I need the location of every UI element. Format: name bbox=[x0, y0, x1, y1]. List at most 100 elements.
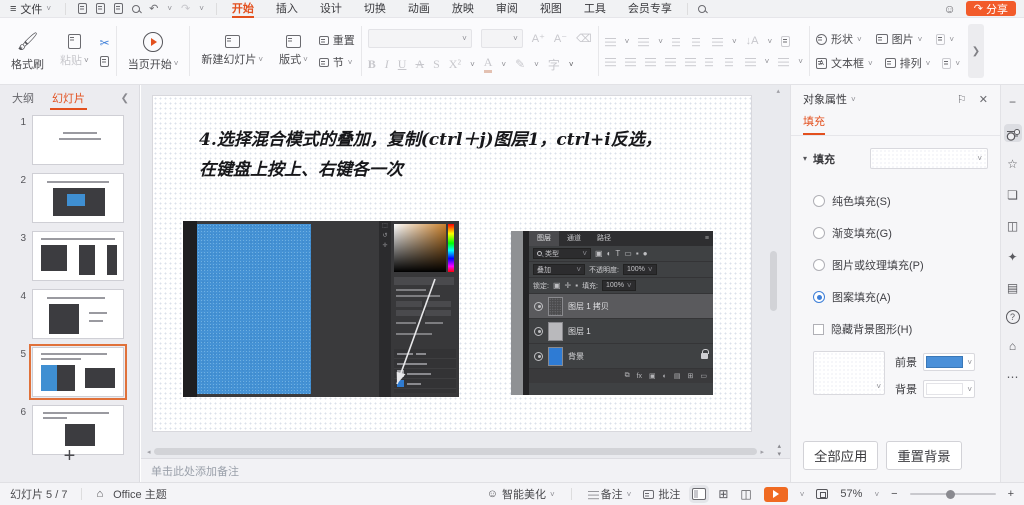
zoom-out-button[interactable]: − bbox=[891, 488, 897, 500]
ribbon-expand-button[interactable]: ❯ bbox=[968, 24, 984, 78]
section-button[interactable]: 节˅ bbox=[319, 54, 355, 70]
star-resources-icon[interactable]: ☆ bbox=[1004, 155, 1022, 173]
comments-button[interactable]: 批注 bbox=[643, 486, 680, 502]
tab-outline[interactable]: 大纲 bbox=[10, 86, 36, 110]
foreground-color-dropdown[interactable]: ˅ bbox=[923, 353, 975, 371]
notebook-icon[interactable]: ▤ bbox=[1004, 279, 1022, 297]
pattern-preview-dropdown[interactable]: ˅ bbox=[813, 351, 885, 395]
underline-button[interactable]: U bbox=[398, 57, 407, 72]
collapse-strip-icon[interactable]: − bbox=[1004, 93, 1022, 111]
cut-button[interactable]: ✂ bbox=[100, 36, 110, 50]
tab-fill[interactable]: 填充 bbox=[791, 113, 1000, 135]
textbox-button[interactable]: A文本框˅ bbox=[816, 55, 873, 71]
redo-chevron-icon[interactable]: ˅ bbox=[199, 4, 204, 13]
undo-chevron-icon[interactable]: ˅ bbox=[167, 4, 172, 13]
decrease-indent-button[interactable] bbox=[672, 36, 683, 47]
fill-tool-button[interactable]: ˅ bbox=[936, 34, 954, 45]
feedback-smiley-icon[interactable]: ☺ bbox=[944, 2, 956, 16]
tab-home[interactable]: 开始 bbox=[221, 0, 265, 18]
italic-button[interactable]: I bbox=[385, 57, 389, 72]
theme-name[interactable]: Office 主题 bbox=[113, 486, 167, 502]
bullet-list-button[interactable] bbox=[605, 36, 616, 47]
smartart-convert-icon[interactable] bbox=[781, 36, 790, 47]
reset-button[interactable]: 重置 bbox=[319, 32, 355, 48]
editing-canvas[interactable]: 4.选择混合模式的叠加，复制(ctrl＋j)图层1，ctrl+i反选， 在键盘上… bbox=[141, 85, 790, 482]
notes-button[interactable]: 备注˅ bbox=[588, 486, 632, 502]
superscript-button[interactable]: X² bbox=[449, 57, 461, 72]
distribute-button[interactable] bbox=[685, 56, 696, 67]
highlight-button[interactable]: ✎ bbox=[515, 57, 525, 72]
file-menu[interactable]: ≡ 文件 ˅ bbox=[0, 1, 61, 17]
zoom-chevron-icon[interactable]: ˅ bbox=[874, 490, 879, 499]
slide-image-photoshop-canvas[interactable]: ⬚↺✛ bbox=[183, 221, 459, 397]
close-icon[interactable]: ✕ bbox=[979, 93, 988, 106]
skin-icon[interactable]: ⌂ bbox=[1004, 337, 1022, 355]
tab-slideshow[interactable]: 放映 bbox=[441, 0, 485, 18]
font-name-select[interactable]: ˅ bbox=[368, 29, 472, 48]
zoom-percentage[interactable]: 57% bbox=[840, 488, 862, 500]
strikethrough-button[interactable]: A bbox=[415, 57, 424, 72]
layout-button[interactable]: 版式˅ bbox=[274, 33, 313, 69]
section-expander-icon[interactable]: ▾ bbox=[803, 154, 807, 163]
clear-format-button[interactable]: ⌫ bbox=[576, 32, 592, 45]
shadow-button[interactable]: S bbox=[433, 57, 440, 72]
slide-thumbnail-3[interactable]: 3 bbox=[0, 227, 139, 285]
align-right-button[interactable] bbox=[645, 56, 656, 67]
properties-tune-icon[interactable] bbox=[1004, 124, 1022, 142]
vertical-scroll-thumb[interactable] bbox=[770, 251, 777, 311]
prev-slide-button[interactable]: ▴ bbox=[777, 444, 781, 450]
help-icon[interactable]: ? bbox=[1006, 310, 1020, 324]
tab-tools[interactable]: 工具 bbox=[573, 0, 617, 18]
text-direction-button[interactable] bbox=[712, 36, 723, 47]
normal-view-button[interactable] bbox=[692, 488, 706, 500]
search-icon[interactable] bbox=[698, 5, 706, 13]
numbered-list-button[interactable] bbox=[638, 36, 649, 47]
reading-view-button[interactable]: ◫ bbox=[740, 487, 751, 501]
collapse-panel-icon[interactable]: ❮ bbox=[121, 93, 129, 104]
hide-background-checkbox[interactable]: 隐藏背景图形(H) bbox=[791, 313, 1000, 345]
increase-indent-button[interactable] bbox=[692, 36, 703, 47]
apply-all-button[interactable]: 全部应用 bbox=[803, 441, 878, 470]
play-from-current-button[interactable]: 当页开始˅ bbox=[123, 29, 184, 74]
more-dots-icon[interactable]: ⋯ bbox=[1004, 368, 1022, 386]
new-slide-button[interactable]: 新建幻灯片˅ bbox=[196, 33, 268, 69]
format-painter-button[interactable]: 🖌︎ 格式刷 bbox=[6, 29, 49, 74]
save-icon[interactable] bbox=[78, 3, 87, 14]
slideshow-play-button[interactable] bbox=[764, 487, 788, 502]
font-size-select[interactable]: ˅ bbox=[481, 29, 523, 48]
para-spacing-button[interactable] bbox=[725, 56, 736, 67]
fill-style-dropdown[interactable]: ˅ bbox=[870, 148, 988, 169]
design-assistant-icon[interactable]: ◫ bbox=[1004, 217, 1022, 235]
play-options-chevron-icon[interactable]: ˅ bbox=[800, 490, 805, 499]
share-button[interactable]: ↷ 分享 bbox=[966, 1, 1016, 16]
picture-button[interactable]: 图片˅ bbox=[876, 31, 923, 47]
justify-button[interactable] bbox=[665, 56, 676, 67]
pin-icon[interactable]: ⚐ bbox=[957, 93, 967, 106]
output-icon[interactable] bbox=[96, 3, 105, 14]
notes-input[interactable]: 单击此处添加备注 bbox=[141, 458, 790, 482]
shapes-button[interactable]: 形状˅ bbox=[816, 31, 862, 47]
tab-view[interactable]: 视图 bbox=[529, 0, 573, 18]
slide-nav-buttons[interactable]: ▴ ▾ bbox=[777, 444, 781, 458]
slide-thumbnail-2[interactable]: 2 bbox=[0, 169, 139, 227]
vertical-scrollbar[interactable] bbox=[769, 89, 778, 442]
option-solid-fill[interactable]: 纯色填充(S) bbox=[791, 185, 1000, 217]
print-icon[interactable] bbox=[114, 3, 123, 14]
option-pattern-fill[interactable]: 图案填充(A) bbox=[791, 281, 1000, 313]
slide-image-layers-panel[interactable]: 图层 通道 路径 ≡ 类型˅ ▣ ◐ T ▭ ▪ ● 叠加˅ 不透明度: bbox=[511, 231, 713, 395]
increase-font-button[interactable]: A⁺ bbox=[532, 32, 545, 45]
char-tools-button[interactable]: 字 bbox=[548, 56, 560, 73]
chevron-down-icon[interactable]: ˅ bbox=[851, 95, 856, 104]
tab-review[interactable]: 审阅 bbox=[485, 0, 529, 18]
print-preview-icon[interactable] bbox=[132, 5, 140, 13]
option-gradient-fill[interactable]: 渐变填充(G) bbox=[791, 217, 1000, 249]
zoom-in-button[interactable]: + bbox=[1008, 488, 1014, 500]
fit-slide-icon[interactable] bbox=[816, 489, 828, 499]
tab-transition[interactable]: 切换 bbox=[353, 0, 397, 18]
option-picture-fill[interactable]: 图片或纹理填充(P) bbox=[791, 249, 1000, 281]
arrange-button[interactable]: 排列˅ bbox=[885, 55, 931, 71]
slide-thumbnail-1[interactable]: 1 bbox=[0, 111, 139, 169]
scroll-left-icon[interactable]: ◂ bbox=[147, 448, 151, 456]
tab-animation[interactable]: 动画 bbox=[397, 0, 441, 18]
tab-member[interactable]: 会员专享 bbox=[617, 0, 683, 18]
